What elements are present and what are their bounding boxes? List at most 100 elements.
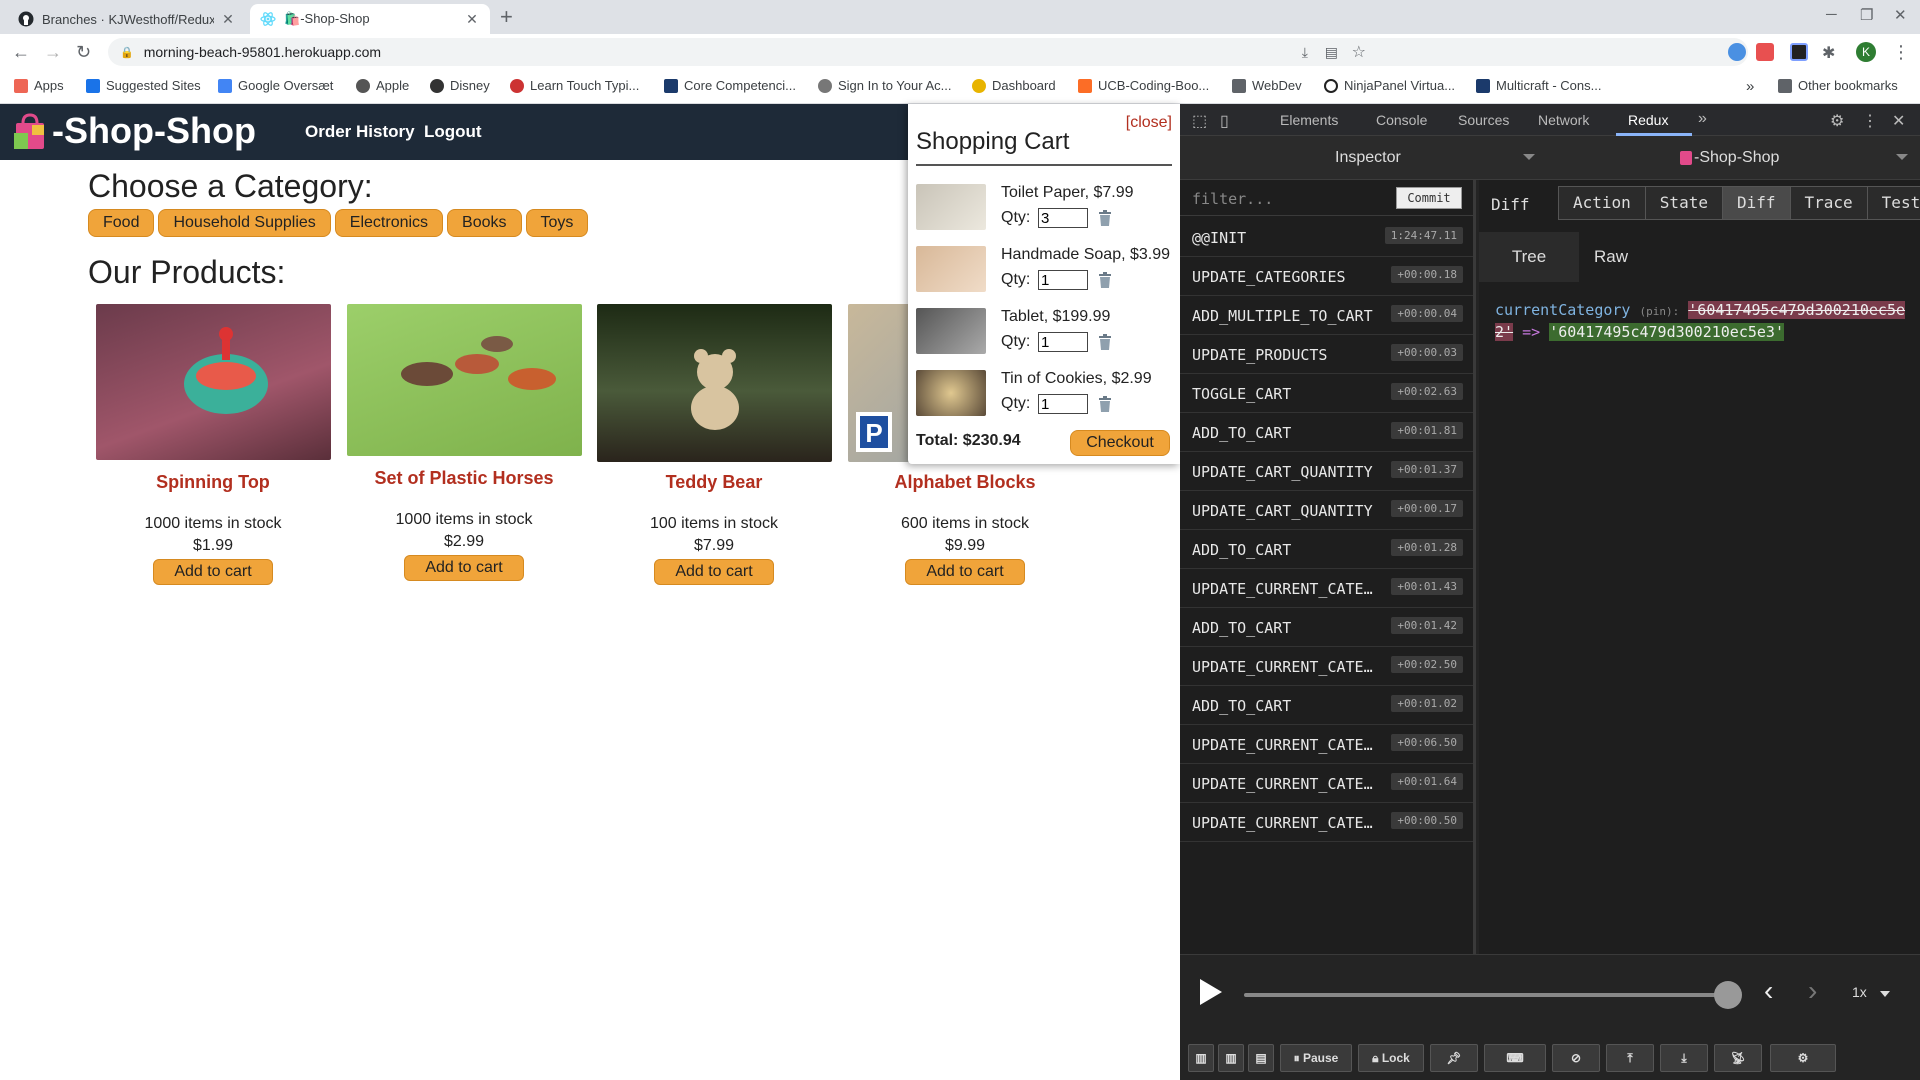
bookmark-google-translate[interactable]: Google Oversæt xyxy=(218,78,333,93)
qty-input[interactable] xyxy=(1038,394,1088,414)
tab-redux[interactable]: Redux xyxy=(1628,112,1668,128)
add-to-cart-button[interactable]: Add to cart xyxy=(905,559,1025,585)
product-image[interactable] xyxy=(346,304,582,456)
category-books-button[interactable]: Books xyxy=(447,209,522,237)
layout-bottom-icon[interactable]: ▤ xyxy=(1248,1044,1274,1072)
diff-pin[interactable]: (pin): xyxy=(1640,305,1680,318)
download-icon[interactable]: ⤓ xyxy=(1660,1044,1708,1072)
bookmark-ucb-coding[interactable]: UCB-Coding-Boo... xyxy=(1078,78,1209,93)
settings-gear-icon[interactable]: ⚙ xyxy=(1770,1044,1836,1072)
action-row[interactable]: ADD_TO_CART +00:01.02 xyxy=(1180,686,1473,725)
kebab-menu-icon[interactable]: ⋮ xyxy=(1892,41,1910,63)
persist-icon[interactable]: ⊘ xyxy=(1552,1044,1600,1072)
action-row[interactable]: UPDATE_CURRENT_CATEG... +00:06.50 xyxy=(1180,725,1473,764)
pause-button[interactable]: ⏸ Pause xyxy=(1280,1044,1352,1072)
chevron-left-icon[interactable]: ‹ xyxy=(1764,975,1773,1007)
category-toys-button[interactable]: Toys xyxy=(525,209,589,237)
slider-handle[interactable] xyxy=(1714,981,1742,1009)
star-icon[interactable]: ☆ xyxy=(1352,42,1366,62)
forward-icon[interactable]: → xyxy=(44,41,62,63)
playback-speed-select[interactable]: 1x xyxy=(1852,984,1867,1000)
close-devtools-icon[interactable]: ✕ xyxy=(1892,111,1905,131)
tab-test[interactable]: Test xyxy=(1866,186,1920,220)
close-icon[interactable]: ✕ xyxy=(464,11,480,28)
product-image[interactable] xyxy=(95,304,331,460)
more-bookmarks-icon[interactable]: » xyxy=(1746,78,1754,95)
trash-icon[interactable] xyxy=(1098,272,1112,288)
action-row[interactable]: @@INIT 1:24:47.11 xyxy=(1180,218,1473,257)
lock-button[interactable]: 🔒︎ Lock xyxy=(1358,1044,1424,1072)
profile-avatar[interactable]: K xyxy=(1856,42,1876,62)
action-row[interactable]: UPDATE_CART_QUANTITY +00:00.17 xyxy=(1180,491,1473,530)
checkout-button[interactable]: Checkout xyxy=(1070,430,1170,456)
store-select[interactable]: -Shop-Shop xyxy=(1680,149,1779,167)
reader-icon[interactable]: ▤ xyxy=(1325,44,1338,61)
qty-input[interactable] xyxy=(1038,208,1088,228)
restore-icon[interactable]: ❐ xyxy=(1860,6,1873,24)
trash-icon[interactable] xyxy=(1098,396,1112,412)
extension-cloud-icon[interactable] xyxy=(1728,43,1746,61)
action-row[interactable]: UPDATE_CURRENT_CATEG... +00:02.50 xyxy=(1180,647,1473,686)
trash-icon[interactable] xyxy=(1098,334,1112,350)
tab-state[interactable]: State xyxy=(1644,186,1723,220)
chevron-down-icon[interactable] xyxy=(1896,154,1908,160)
chevron-down-icon[interactable] xyxy=(1523,154,1535,160)
bookmark-other[interactable]: Other bookmarks xyxy=(1778,78,1898,93)
action-row[interactable]: UPDATE_CATEGORIES +00:00.18 xyxy=(1180,257,1473,296)
add-to-cart-button[interactable]: Add to cart xyxy=(404,555,524,581)
more-tabs-icon[interactable]: » xyxy=(1698,110,1707,128)
qty-input[interactable] xyxy=(1038,270,1088,290)
action-row[interactable]: ADD_MULTIPLE_TO_CART +00:00.04 xyxy=(1180,296,1473,335)
bookmark-webdev[interactable]: WebDev xyxy=(1232,78,1302,93)
add-to-cart-button[interactable]: Add to cart xyxy=(654,559,774,585)
tab-network[interactable]: Network xyxy=(1538,112,1589,128)
chevron-right-icon[interactable]: › xyxy=(1808,975,1817,1007)
action-row[interactable]: UPDATE_CART_QUANTITY +00:01.37 xyxy=(1180,452,1473,491)
layout-left-icon[interactable]: ▥ xyxy=(1188,1044,1214,1072)
tab-action[interactable]: Action xyxy=(1558,186,1646,220)
tab-diff[interactable]: Diff xyxy=(1721,186,1791,220)
timeline-slider[interactable] xyxy=(1244,993,1728,997)
action-row[interactable]: ADD_TO_CART +00:01.81 xyxy=(1180,413,1473,452)
trash-icon[interactable] xyxy=(1098,210,1112,226)
product-name[interactable]: Alphabet Blocks xyxy=(845,472,1085,493)
diff-key[interactable]: currentCategory xyxy=(1495,301,1630,319)
bookmark-multicraft[interactable]: Multicraft - Cons... xyxy=(1476,78,1601,93)
bookmark-learn-touch-typing[interactable]: Learn Touch Typi... xyxy=(510,78,639,93)
bookmark-apple[interactable]: Apple xyxy=(356,78,409,93)
action-row[interactable]: ADD_TO_CART +00:01.42 xyxy=(1180,608,1473,647)
extension-redux-icon[interactable] xyxy=(1790,43,1808,61)
bookmark-core-competencies[interactable]: Core Competenci... xyxy=(664,78,796,93)
site-logo[interactable]: -Shop-Shop xyxy=(10,110,256,152)
action-row[interactable]: UPDATE_CURRENT_CATEG... +00:00.50 xyxy=(1180,803,1473,842)
monitor-select[interactable]: Inspector xyxy=(1335,149,1401,167)
product-name[interactable]: Spinning Top xyxy=(93,472,333,493)
tab-trace[interactable]: Trace xyxy=(1789,186,1868,220)
bookmark-disney[interactable]: Disney xyxy=(430,78,490,93)
minimize-icon[interactable]: ─ xyxy=(1826,6,1837,23)
back-icon[interactable]: ← xyxy=(12,41,30,63)
commit-button[interactable]: Commit xyxy=(1396,187,1462,209)
close-icon[interactable]: ✕ xyxy=(220,11,236,28)
remote-icon[interactable]: 📡︎ xyxy=(1714,1044,1762,1072)
bookmark-suggested-sites[interactable]: Suggested Sites xyxy=(86,78,201,93)
tab-console[interactable]: Console xyxy=(1376,112,1427,128)
action-row[interactable]: UPDATE_PRODUCTS +00:00.03 xyxy=(1180,335,1473,374)
browser-tab-github[interactable]: Branches · KJWesthoff/Redux ✕ xyxy=(8,4,246,34)
pin-icon[interactable]: 📌︎ xyxy=(1430,1044,1478,1072)
bookmark-ninjapanel[interactable]: NinjaPanel Virtua... xyxy=(1324,78,1455,93)
window-close-icon[interactable]: ✕ xyxy=(1894,6,1907,24)
product-name[interactable]: Set of Plastic Horses xyxy=(344,468,584,489)
settings-gear-icon[interactable]: ⚙ xyxy=(1830,111,1844,131)
bookmark-sign-in[interactable]: Sign In to Your Ac... xyxy=(818,78,951,93)
install-icon[interactable]: ⤓ xyxy=(1302,44,1308,61)
device-toolbar-icon[interactable]: ▯ xyxy=(1220,111,1229,131)
kebab-menu-icon[interactable]: ⋮ xyxy=(1862,111,1878,131)
filter-input[interactable]: filter... xyxy=(1192,190,1273,208)
new-tab-button[interactable]: + xyxy=(500,6,513,28)
action-row[interactable]: UPDATE_CURRENT_CATEG... +00:01.43 xyxy=(1180,569,1473,608)
action-row[interactable]: TOGGLE_CART +00:02.63 xyxy=(1180,374,1473,413)
action-row[interactable]: ADD_TO_CART +00:01.28 xyxy=(1180,530,1473,569)
category-household-button[interactable]: Household Supplies xyxy=(158,209,331,237)
qty-input[interactable] xyxy=(1038,332,1088,352)
